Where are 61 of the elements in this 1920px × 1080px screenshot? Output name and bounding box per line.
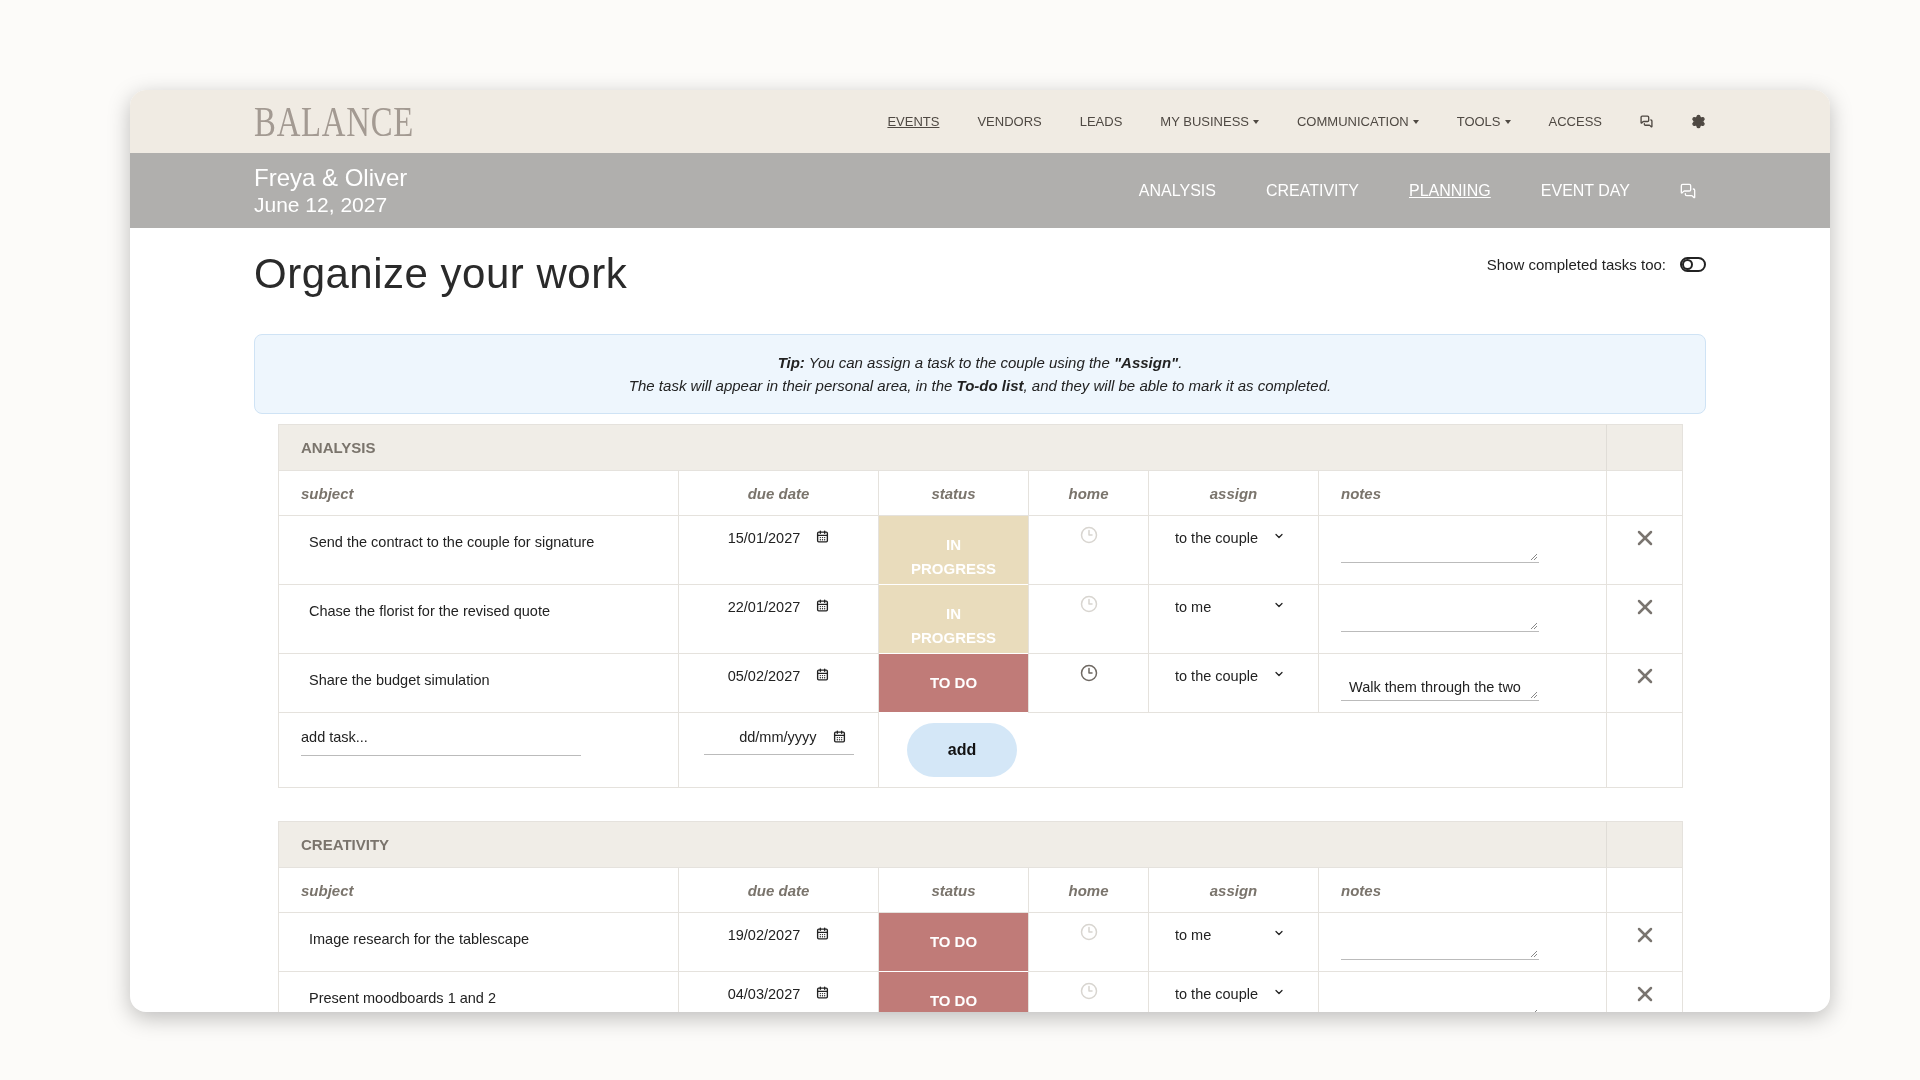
date-field[interactable]: 22/01/2027 — [727, 599, 830, 615]
toggle-label: Show completed tasks too: — [1486, 256, 1666, 273]
event-date: June 12, 2027 — [254, 191, 389, 218]
nav-link[interactable]: VENDORS — [977, 114, 1042, 129]
nav-link[interactable]: ACCESS — [1548, 114, 1602, 129]
column-header: status — [931, 881, 976, 899]
assign-dropdown[interactable]: to the couple — [1175, 986, 1285, 1002]
column-header: home — [1068, 881, 1109, 899]
task-subject: Share the budget simulation — [309, 672, 490, 688]
calendar-icon[interactable] — [832, 730, 846, 743]
column-header: assign — [1209, 881, 1258, 899]
completed-toggle[interactable] — [1680, 257, 1706, 272]
add-button[interactable]: add — [907, 723, 1017, 777]
logo: BALANCE — [254, 97, 415, 146]
event-names: Freya & Oliver — [254, 163, 408, 192]
page-title: Organize your work — [254, 250, 628, 298]
column-header: assign — [1209, 484, 1258, 502]
task-subject: Chase the florist for the revised quote — [309, 603, 550, 619]
date-field[interactable]: 05/02/2027 — [727, 668, 830, 684]
column-header: notes — [1341, 484, 1381, 502]
assign-dropdown[interactable]: to the couple — [1175, 668, 1285, 684]
task-subject: Send the contract to the couple for signature — [309, 534, 595, 550]
date-field[interactable]: 04/03/2027 — [727, 986, 830, 1002]
date-input-field[interactable]: dd/mm/yyyy — [703, 719, 854, 755]
assign-dropdown[interactable]: to me — [1175, 927, 1285, 943]
settings-icon[interactable] — [1691, 114, 1706, 129]
task-subject: Present moodboards 1 and 2 — [309, 990, 496, 1006]
column-header: status — [931, 484, 976, 502]
nav-link[interactable]: TOOLS — [1456, 114, 1511, 129]
assign-dropdown[interactable]: to the couple — [1175, 530, 1285, 546]
chat-icon[interactable] — [1640, 115, 1653, 128]
notes-field[interactable]: Walk them through the two — [1341, 674, 1539, 701]
calendar-icon[interactable] — [816, 599, 830, 612]
task-subject: Image research for the tablescape — [309, 931, 530, 947]
tip-text: Tip: You can assign a task to the couple using the "Assign". — [777, 354, 1183, 371]
calendar-icon[interactable] — [816, 986, 830, 999]
column-header: notes — [1341, 881, 1381, 899]
date-field[interactable]: 19/02/2027 — [727, 927, 830, 943]
calendar-icon[interactable] — [816, 927, 830, 940]
nav-link[interactable]: MY BUSINESS — [1160, 114, 1259, 129]
column-header: subject — [301, 881, 354, 899]
section-header: CREATIVITY — [279, 821, 1607, 868]
nav-link[interactable]: LEADS — [1079, 114, 1123, 129]
resize-grip-icon[interactable] — [1530, 950, 1537, 957]
section-header: ANALYSIS — [279, 424, 1607, 471]
calendar-icon[interactable] — [816, 530, 830, 543]
calendar-icon[interactable] — [816, 668, 830, 681]
nav-link[interactable]: COMMUNICATION — [1297, 114, 1419, 129]
resize-grip-icon[interactable] — [1530, 622, 1537, 629]
column-header: home — [1068, 484, 1109, 502]
clock-icon[interactable] — [1079, 664, 1098, 682]
column-header: due date — [747, 484, 810, 502]
task-input-field[interactable]: add task... — [301, 719, 581, 756]
tip-text: The task will appear in their personal area, in the To-do list, and they will be able to mark it as completed. — [628, 377, 1332, 394]
assign-dropdown[interactable]: to me — [1175, 599, 1285, 615]
resize-grip-icon[interactable] — [1530, 553, 1537, 560]
date-field[interactable]: 15/01/2027 — [727, 530, 830, 546]
resize-grip-icon[interactable] — [1530, 691, 1537, 698]
column-header: due date — [747, 881, 810, 899]
column-header: subject — [301, 484, 354, 502]
nav-link[interactable]: EVENTS — [887, 114, 940, 129]
